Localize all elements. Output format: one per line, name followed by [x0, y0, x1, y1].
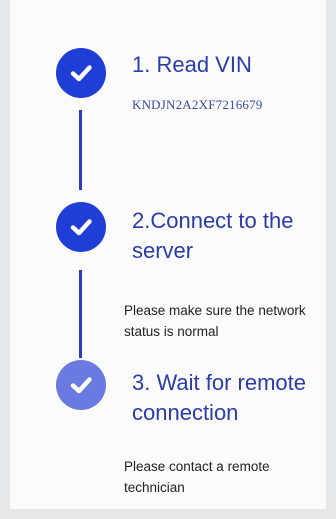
- check-circle-icon: [56, 48, 106, 98]
- step-connector-1: [79, 110, 82, 190]
- step-2-description: Please make sure the network status is n…: [124, 303, 306, 339]
- check-circle-icon: [56, 202, 106, 252]
- vin-number: KNDJN2A2XF7216679: [132, 97, 263, 112]
- step-3-title: 3. Wait for remote connection: [132, 370, 307, 425]
- step-3-description: Please contact a remote technician: [124, 459, 270, 495]
- step-2-title: 2.Connect to the server: [132, 208, 294, 263]
- step-1-title: 1. Read VIN: [132, 52, 252, 77]
- check-circle-icon: [56, 360, 106, 410]
- remote-connection-screen: 1. Read VIN KNDJN2A2XF7216679 2.Connect …: [0, 0, 336, 519]
- step-connector-2: [79, 270, 82, 358]
